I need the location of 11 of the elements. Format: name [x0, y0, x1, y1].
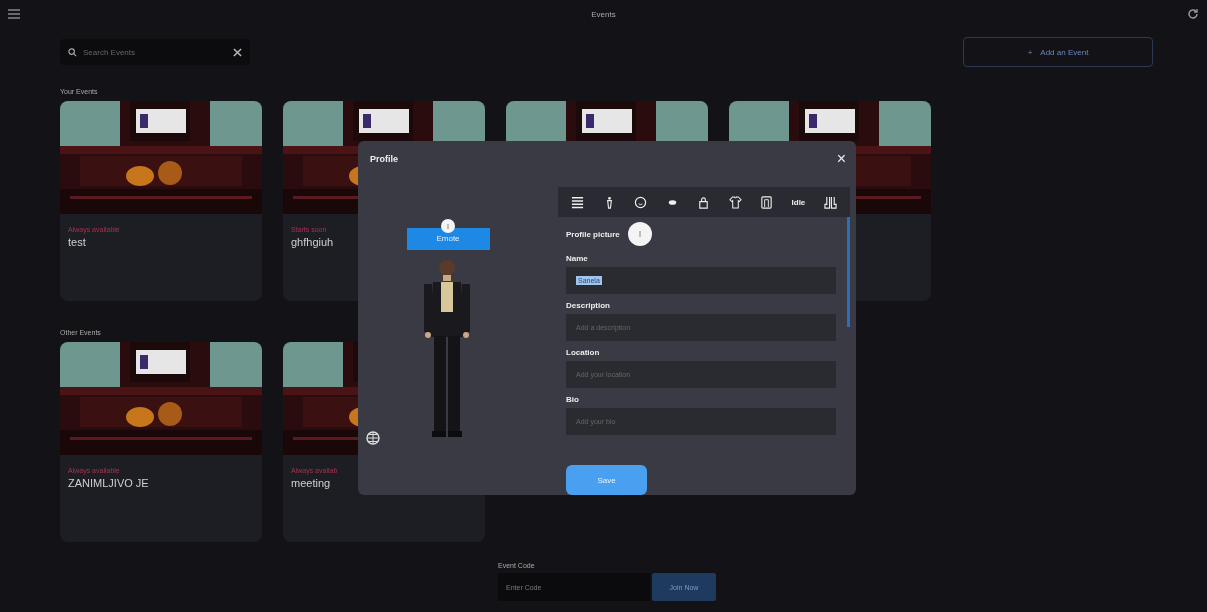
event-title: meeting — [291, 477, 331, 489]
field-label: Description — [566, 301, 611, 310]
field-label: Name — [566, 254, 589, 263]
field-label: Profile picture — [566, 229, 620, 239]
event-title: test — [68, 236, 86, 248]
event-title: ZANIMLJIVO JE — [68, 477, 149, 489]
field-label: Location — [566, 348, 601, 357]
field-label: Bio — [566, 395, 580, 404]
event-title: ghfhgiuh — [291, 236, 334, 248]
page-title: Events — [591, 9, 616, 19]
dialog-title: Profile — [370, 154, 398, 164]
